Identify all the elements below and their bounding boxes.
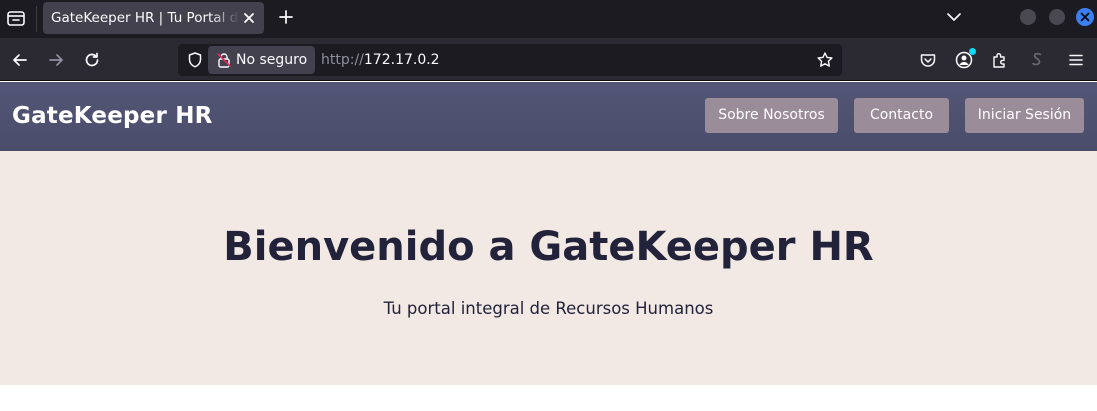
hero-title: Bienvenido a GateKeeper HR xyxy=(223,224,874,270)
about-us-button[interactable]: Sobre Nosotros xyxy=(705,98,838,133)
tab-separator xyxy=(36,6,37,32)
site-logo[interactable]: GateKeeper HR xyxy=(12,102,213,130)
chevron-down-icon[interactable] xyxy=(944,7,964,27)
contact-button[interactable]: Contacto xyxy=(854,98,949,133)
notification-dot xyxy=(969,48,976,55)
minimize-window-button[interactable] xyxy=(1020,9,1036,25)
close-window-button[interactable] xyxy=(1076,8,1094,26)
puzzle-icon[interactable] xyxy=(990,50,1010,70)
hamburger-menu-icon[interactable] xyxy=(1066,50,1086,70)
url-bar[interactable]: No seguro http://172.17.0.2 xyxy=(178,44,842,76)
url-text[interactable]: http://172.17.0.2 xyxy=(321,51,440,69)
extension-s-icon[interactable] xyxy=(1027,50,1047,70)
url-protocol: http:// xyxy=(321,52,364,68)
hero-section: Bienvenido a GateKeeper HR Tu portal int… xyxy=(0,151,1097,385)
arrow-left-icon[interactable] xyxy=(10,50,30,70)
arrow-right-icon[interactable] xyxy=(46,50,66,70)
lock-slash-icon xyxy=(216,52,232,68)
browser-tab-active[interactable]: GateKeeper HR | Tu Portal de Recursos Hu… xyxy=(43,2,264,34)
reload-icon[interactable] xyxy=(82,50,102,70)
site-security-indicator[interactable]: No seguro xyxy=(208,46,315,74)
tab-list-icon[interactable] xyxy=(5,7,27,29)
account-icon[interactable] xyxy=(954,48,976,70)
site-header: GateKeeper HR Sobre Nosotros Contacto In… xyxy=(0,82,1097,151)
login-button[interactable]: Iniciar Sesión xyxy=(965,98,1084,133)
plus-icon[interactable] xyxy=(276,7,296,27)
browser-tabstrip: GateKeeper HR | Tu Portal de Recursos Hu… xyxy=(0,0,1097,38)
pocket-icon[interactable] xyxy=(918,50,938,70)
browser-navbar: No seguro http://172.17.0.2 xyxy=(0,38,1097,81)
security-label: No seguro xyxy=(236,52,308,68)
shield-icon[interactable] xyxy=(186,51,204,69)
hero-subtitle: Tu portal integral de Recursos Humanos xyxy=(383,299,714,318)
tab-title: GateKeeper HR | Tu Portal de Recursos Hu… xyxy=(51,10,239,26)
close-icon[interactable] xyxy=(241,10,257,26)
star-icon[interactable] xyxy=(816,51,834,69)
maximize-window-button[interactable] xyxy=(1049,9,1065,25)
page-content-area xyxy=(0,385,1097,411)
url-host: 172.17.0.2 xyxy=(363,52,440,68)
